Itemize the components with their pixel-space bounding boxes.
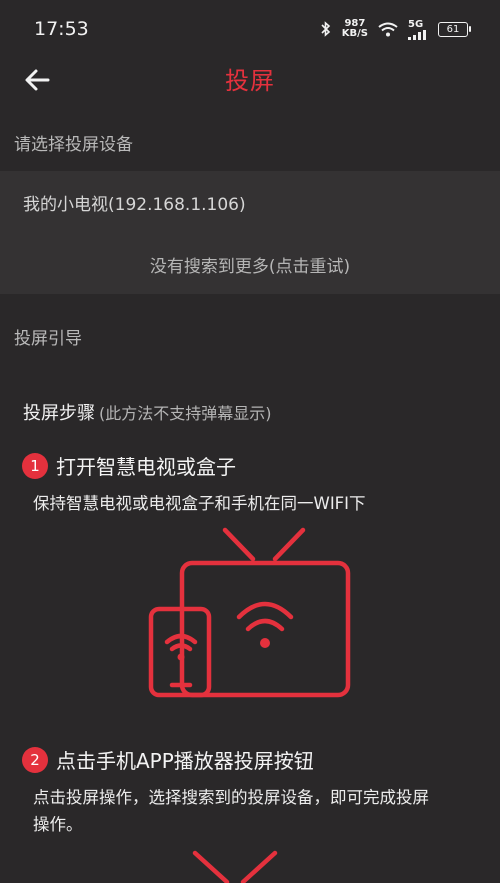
status-icons: 987 KB/S 5G 61 [320, 19, 471, 40]
steps-note: (此方法不支持弹幕显示) [99, 404, 272, 423]
step-1-desc: 保持智慧电视或电视盒子和手机在同一WIFI下 [33, 494, 366, 513]
net-speed: 987 KB/S [342, 19, 368, 39]
device-item[interactable]: 我的小电视(192.168.1.106) [0, 171, 500, 234]
wifi-icon [378, 22, 398, 36]
signal-bars-icon [408, 29, 426, 40]
step-1: 1 打开智慧电视或盒子 保持智慧电视或电视盒子和手机在同一WIFI下 [22, 451, 500, 517]
header: 投屏 [0, 58, 500, 98]
step-1-head: 1 打开智慧电视或盒子 [22, 451, 500, 480]
battery-icon: 61 [438, 21, 471, 37]
tv-illustration-partial [192, 850, 278, 883]
step-1-title: 打开智慧电视或盒子 [56, 455, 236, 479]
status-bar: 17:53 987 KB/S 5G 61 [0, 0, 500, 58]
step-2-head: 2 点击手机APP播放器投屏按钮 [22, 745, 473, 774]
net-speed-unit: KB/S [341, 28, 368, 39]
signal-label: 5G [408, 18, 424, 30]
battery-level: 61 [446, 23, 460, 35]
back-button[interactable] [22, 64, 54, 96]
status-time: 17:53 [34, 18, 89, 40]
bluetooth-icon [321, 21, 330, 37]
steps-heading: 投屏步骤 (此方法不支持弹幕显示) [23, 399, 500, 425]
guide-section-label: 投屏引导 [14, 329, 82, 349]
step-2-badge: 2 [22, 746, 48, 773]
step-2-desc: 点击投屏操作，选择搜索到的投屏设备，即可完成投屏操作。 [33, 788, 429, 834]
step-1-badge: 1 [22, 452, 48, 479]
device-list: 我的小电视(192.168.1.106) 没有搜索到更多(点击重试) [0, 171, 500, 294]
tv-phone-cast-illustration [148, 527, 351, 698]
cell-signal: 5G [408, 19, 428, 40]
retry-button[interactable]: 没有搜索到更多(点击重试) [0, 234, 500, 294]
guide: 投屏步骤 (此方法不支持弹幕显示) 1 打开智慧电视或盒子 保持智慧电视或电视盒子… [0, 399, 500, 517]
steps-title: 投屏步骤 [23, 403, 95, 424]
page-title: 投屏 [225, 66, 275, 95]
step-2: 2 点击手机APP播放器投屏按钮 点击投屏操作，选择搜索到的投屏设备，即可完成投… [22, 745, 473, 838]
arrow-left-icon [25, 69, 50, 91]
step-2-title: 点击手机APP播放器投屏按钮 [56, 749, 314, 773]
device-section-label: 请选择投屏设备 [14, 135, 133, 155]
